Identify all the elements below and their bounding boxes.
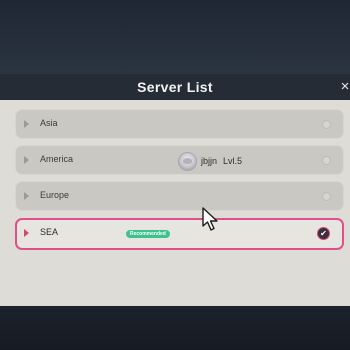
player-name: jbjjn [201, 156, 218, 166]
server-row-sea[interactable]: SEA Recommended ✔ [15, 218, 344, 250]
server-row-america[interactable]: America jbjjn Lvl.5 [15, 145, 344, 175]
avatar [178, 151, 197, 171]
close-button[interactable]: × [338, 78, 350, 96]
background-bottom [0, 305, 350, 350]
radio-icon[interactable] [322, 120, 331, 129]
arrow-right-icon [24, 156, 29, 164]
server-name: America [40, 154, 74, 164]
server-row-asia[interactable]: Asia [15, 109, 344, 139]
modal-title: Server List [137, 79, 213, 95]
arrow-right-icon [24, 192, 29, 200]
arrow-right-icon [24, 229, 29, 237]
recommended-badge: Recommended [126, 230, 170, 238]
check-icon[interactable]: ✔ [317, 227, 330, 240]
server-list-modal: Server List × Asia America jbjjn Lvl.5 E… [0, 74, 350, 306]
player-level: Lvl.5 [223, 156, 243, 166]
server-name: Asia [40, 118, 58, 128]
player-info: jbjjn Lvl.5 [178, 151, 242, 171]
server-row-europe[interactable]: Europe [15, 181, 344, 211]
server-name: SEA [40, 227, 59, 237]
radio-icon[interactable] [322, 156, 331, 165]
background-top [0, 0, 350, 75]
arrow-right-icon [24, 120, 29, 128]
mouse-cursor-icon [202, 207, 218, 231]
server-name: Europe [40, 190, 70, 200]
modal-header: Server List × [0, 74, 350, 100]
radio-icon[interactable] [322, 192, 331, 201]
